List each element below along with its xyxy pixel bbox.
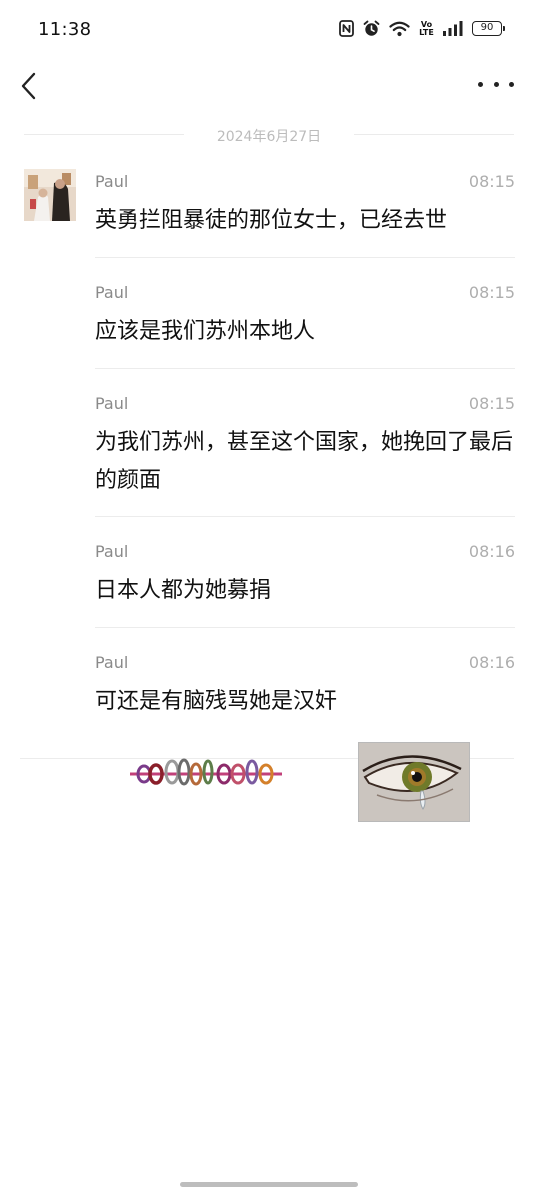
message-item[interactable]: Paul 08:15 为我们苏州，甚至这个国家，她挽回了最后的颜面 [95, 394, 515, 518]
message-text: 应该是我们苏州本地人 [95, 319, 316, 344]
alarm-icon [363, 20, 380, 36]
home-indicator[interactable] [180, 1182, 358, 1187]
message-text: 可还是有脑残骂她是汉奸 [95, 689, 338, 714]
more-dot [493, 81, 499, 87]
message-text: 日本人都为她募捐 [95, 578, 272, 603]
wifi-icon [389, 21, 410, 36]
crying-eye-sticker[interactable] [358, 742, 470, 822]
message-separator [95, 516, 515, 517]
signal-icon [443, 21, 463, 36]
message-item[interactable]: Paul 08:16 可还是有脑残骂她是汉奸 [95, 653, 515, 733]
message-time: 08:15 [468, 394, 515, 413]
status-bar: 11:38 Vo LTE 90 [0, 0, 538, 62]
more-dot [509, 81, 514, 87]
volte-line2: LTE [419, 27, 434, 37]
message-item[interactable]: Paul 08:16 日本人都为她募捐 [95, 542, 515, 628]
rings-sticker-icon[interactable] [128, 750, 284, 786]
message-item[interactable]: Paul 08:15 英勇拦阻暴徒的那位女士，已经去世 [95, 172, 515, 258]
back-button[interactable] [14, 66, 48, 106]
message-sender: Paul [95, 394, 129, 413]
divider-line [354, 134, 514, 135]
message-time: 08:15 [468, 283, 515, 302]
nfc-icon [339, 20, 354, 37]
crying-eye-icon [359, 743, 469, 821]
message-time: 08:15 [468, 172, 515, 191]
message-time: 08:16 [468, 653, 515, 672]
message-text: 为我们苏州，甚至这个国家，她挽回了最后的颜面 [95, 430, 514, 493]
avatar[interactable] [24, 169, 76, 221]
nav-bar [0, 62, 538, 108]
message-time: 08:16 [468, 542, 515, 561]
message-sender: Paul [95, 653, 129, 672]
message-sender: Paul [95, 542, 129, 561]
status-time: 11:38 [38, 19, 92, 40]
message-text: 英勇拦阻暴徒的那位女士，已经去世 [95, 208, 448, 233]
message-item[interactable]: Paul 08:15 应该是我们苏州本地人 [95, 283, 515, 369]
message-sender: Paul [95, 283, 129, 302]
message-sender: Paul [95, 172, 129, 191]
status-icons: Vo LTE 90 [339, 20, 505, 37]
battery-icon: 90 [472, 21, 505, 36]
chevron-left-icon [21, 72, 36, 100]
more-button[interactable] [478, 74, 514, 94]
message-separator [95, 627, 515, 628]
message-separator [95, 257, 515, 258]
volte-indicator: Vo LTE [419, 20, 434, 37]
avatar-image [24, 169, 76, 221]
date-divider: 2024年6月27日 [24, 124, 514, 145]
more-dot [478, 81, 483, 87]
message-separator [95, 368, 515, 369]
date-label: 2024年6月27日 [216, 129, 322, 145]
sticker-row [20, 740, 514, 830]
